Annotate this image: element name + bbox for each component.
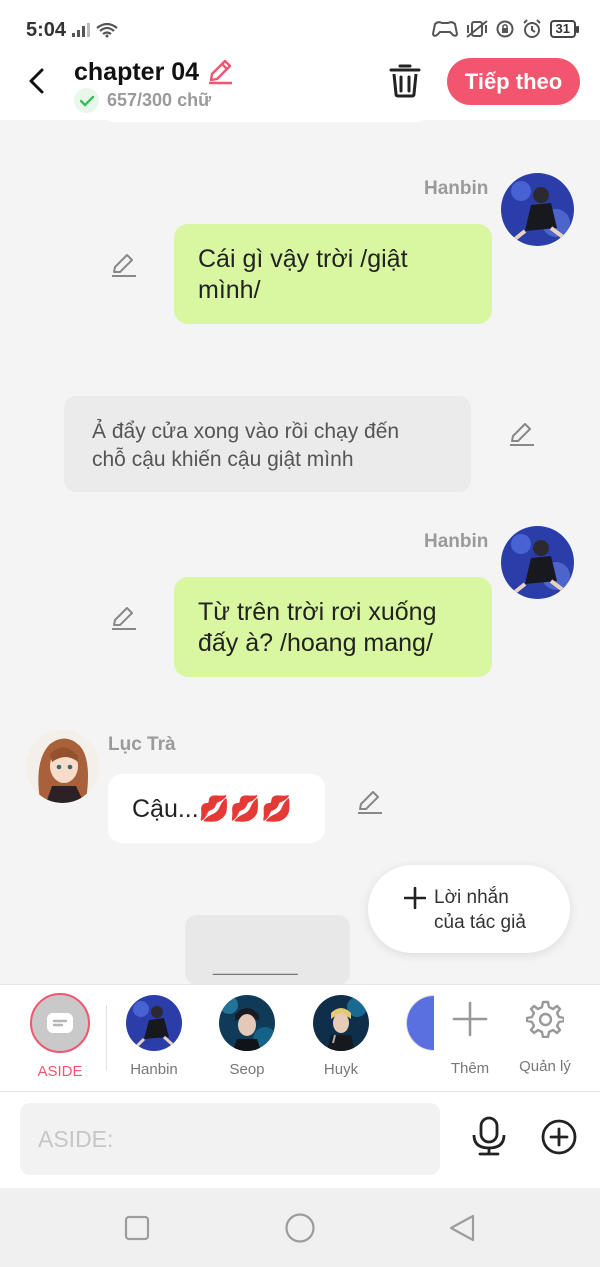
message-text-line: Từ trên trời rơi xuống [198,598,437,626]
back-arrow-icon[interactable] [22,64,52,98]
narration-text-line: chỗ cậu khiến cậu giật mình [92,448,354,471]
sender-name: Lục Trà [108,734,176,755]
manage-label: Quản lý [519,1058,571,1075]
message-bubble[interactable]: Cái gì vậy trời /giật mình/ [174,224,492,324]
plus-icon [452,1001,488,1037]
aside-avatar [30,993,90,1053]
divider [106,1005,107,1071]
chapter-title[interactable]: chapter 04 [74,58,199,87]
avatar-luc-tra[interactable] [26,730,99,803]
character-seop[interactable]: Seop [209,995,285,1078]
character-label: Seop [229,1061,265,1078]
input-bar [0,1092,600,1188]
character-partial[interactable] [406,995,434,1051]
status-bar: 5:04 31 [0,0,600,58]
avatar-hanbin [126,995,182,1051]
message-text-line: Cái gì vậy trời /giật [198,245,408,273]
vibrate-icon [465,20,488,38]
back-icon[interactable] [448,1213,476,1243]
trash-icon[interactable] [388,62,422,98]
edit-title-icon[interactable] [205,56,235,86]
message-bubble[interactable]: Từ trên trời rơi xuống đấy à? /hoang man… [174,577,492,677]
character-huyk[interactable]: Huyk [303,995,379,1078]
sender-name: Hanbin [424,531,489,552]
gamepad-icon [431,21,458,37]
avatar-huyk [313,995,369,1051]
signal-icon [72,22,118,38]
edit-message-icon[interactable] [110,603,138,631]
chat-area[interactable]: Hanbin Cái gì vậy trời /giật mình/ Ả đẩy… [0,122,600,985]
next-button[interactable]: Tiếp theo [447,58,580,105]
message-input[interactable] [20,1103,440,1175]
lock-rotation-icon [496,20,514,38]
character-label: Hanbin [130,1061,178,1078]
edit-message-icon[interactable] [356,787,384,815]
alarm-icon [522,19,541,38]
narration-bubble[interactable]: Ả đẩy cửa xong vào rồi chạy đến chỗ cậu … [64,396,471,492]
plus-icon [404,887,426,909]
character-label: Huyk [323,1061,359,1078]
add-circle-icon[interactable] [540,1118,578,1156]
avatar-partial [406,995,434,1051]
character-hanbin[interactable]: Hanbin [116,995,192,1078]
home-icon[interactable] [284,1212,316,1244]
message-text-line: mình/ [198,276,261,304]
navigation-bar [0,1188,600,1267]
status-icons: 31 [431,19,580,39]
add-label: Thêm [450,1060,490,1077]
manage-button[interactable]: Quản lý [507,995,583,1075]
aside-icon [47,1013,73,1033]
check-icon [74,88,99,113]
message-bubble[interactable]: Cậu...💋💋💋 [108,774,325,843]
add-character-button[interactable]: Thêm [432,995,508,1077]
narration-text-line: Ả đẩy cửa xong vào rồi chạy đến [92,420,400,443]
edit-message-icon[interactable] [110,250,138,278]
character-bar: ASIDE Hanbin Seop Huyk Thêm Quản lý [0,984,600,1092]
character-label: ASIDE [37,1063,83,1080]
message-text: Cậu...💋💋💋 [132,795,293,823]
microphone-icon[interactable] [470,1116,508,1156]
avatar-seop [219,995,275,1051]
header-tab-shape [100,106,430,122]
gear-icon [525,1000,566,1039]
edit-narration-icon[interactable] [508,419,536,447]
partial-text: ________ [213,955,298,976]
author-note-line1: Lời nhắn [434,887,509,908]
avatar-hanbin[interactable] [501,173,574,246]
battery-icon: 31 [549,20,580,38]
character-aside[interactable]: ASIDE [22,993,98,1080]
message-bubble-partial[interactable]: ________ [185,915,350,985]
message-text-line: đấy à? /hoang mang/ [198,629,433,657]
avatar-hanbin[interactable] [501,526,574,599]
sender-name: Hanbin [424,178,489,199]
author-note-line2: của tác giả [434,912,526,933]
status-time: 5:04 [26,19,67,41]
recent-apps-icon[interactable] [124,1215,150,1241]
author-note-button[interactable]: Lời nhắn của tác giả [368,865,570,953]
